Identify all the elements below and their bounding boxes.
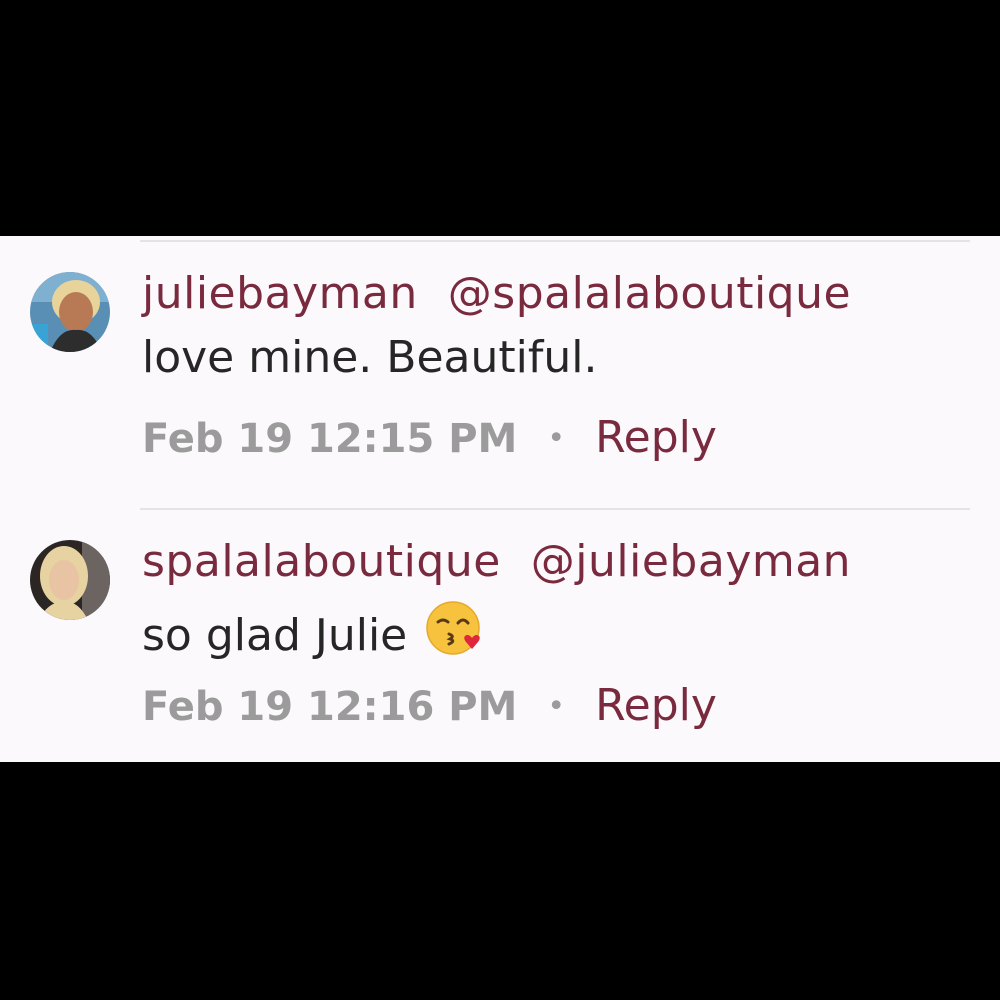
- comment-header: spalalaboutique @juliebayman: [142, 534, 851, 590]
- comment-header: juliebayman @spalalaboutique: [142, 266, 851, 322]
- profile-photo-icon: [30, 540, 110, 620]
- letterbox-top: [0, 0, 1000, 236]
- avatar[interactable]: [30, 540, 110, 620]
- mention[interactable]: @spalalaboutique: [448, 268, 851, 319]
- mention[interactable]: @juliebayman: [531, 536, 851, 587]
- comment-body: love mine. Beautiful.: [142, 332, 598, 383]
- comment-meta: Feb 19 12:16 PM • Reply: [142, 680, 717, 733]
- kissing-heart-emoji-icon: [425, 598, 485, 672]
- comment-body: so glad Julie: [142, 610, 408, 661]
- comment-text: love mine. Beautiful.: [142, 330, 597, 386]
- comments-panel: juliebayman @spalalaboutique love mine. B…: [0, 236, 1000, 762]
- separator-dot: •: [547, 689, 566, 724]
- reply-button[interactable]: Reply: [595, 680, 717, 731]
- reply-button[interactable]: Reply: [595, 412, 717, 463]
- letterbox-bottom: [0, 762, 1000, 1000]
- profile-photo-icon: [30, 272, 110, 352]
- username[interactable]: juliebayman: [142, 268, 418, 319]
- comment-text: so glad Julie: [142, 598, 485, 672]
- separator-dot: •: [547, 421, 566, 456]
- comment-meta: Feb 19 12:15 PM • Reply: [142, 412, 717, 465]
- timestamp: Feb 19 12:15 PM: [142, 416, 518, 462]
- avatar[interactable]: [30, 272, 110, 352]
- divider: [140, 508, 970, 510]
- timestamp: Feb 19 12:16 PM: [142, 684, 518, 730]
- divider: [140, 240, 970, 242]
- username[interactable]: spalalaboutique: [142, 536, 501, 587]
